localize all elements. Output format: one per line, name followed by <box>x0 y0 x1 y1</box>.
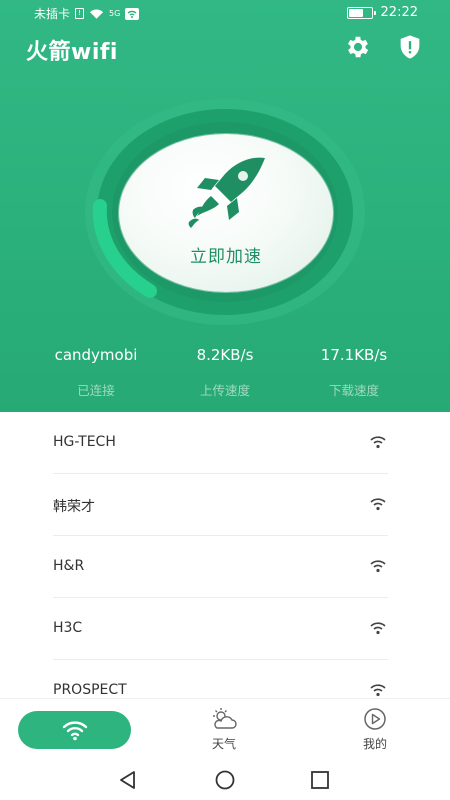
nav-label-weather: 天气 <box>211 737 236 751</box>
nav-label-mine: 我的 <box>362 737 387 751</box>
rocket-icon <box>188 157 265 228</box>
nav-tab-wifi[interactable] <box>18 711 131 749</box>
system-nav-bar <box>0 760 450 800</box>
boost-label: 立即加速 <box>190 247 262 267</box>
wifi-name: 韩荣才 <box>53 499 95 515</box>
wifi-name: PROSPECT <box>53 682 127 698</box>
wifi-list-item[interactable]: H&R <box>53 536 388 598</box>
nav-tab-mine[interactable]: 我的 <box>345 707 405 755</box>
wifi-signal-icon <box>370 560 386 573</box>
play-circle-icon <box>364 708 386 730</box>
wifi-signal-icon <box>370 622 386 635</box>
wifi-list-item[interactable]: H3C <box>53 598 388 660</box>
connected-ssid: candymobi <box>54 346 138 364</box>
home-circle-icon[interactable] <box>214 770 236 790</box>
back-triangle-icon[interactable] <box>118 770 138 790</box>
wifi-icon <box>62 721 88 741</box>
wifi-name: H3C <box>53 620 83 636</box>
download-speed: 17.1KB/s <box>320 346 388 364</box>
wifi-name: H&R <box>53 558 85 574</box>
weather-cloud-sun-icon <box>213 708 237 729</box>
nav-tab-weather[interactable]: 天气 <box>194 707 254 755</box>
recent-apps-square-icon[interactable] <box>310 770 330 790</box>
bottom-nav: 天气 我的 <box>0 698 450 760</box>
wifi-name: HG-TECH <box>53 434 116 450</box>
hero-panel: 未插卡 ! 5G 22:22 火箭wifi 立即加速 candymobi 8.2… <box>0 0 450 412</box>
boost-button[interactable]: 立即加速 <box>119 134 333 292</box>
wifi-signal-icon <box>370 436 386 449</box>
wifi-signal-icon <box>370 498 386 511</box>
wifi-signal-icon <box>370 684 386 697</box>
wifi-list-item[interactable]: 韩荣才 <box>53 474 388 536</box>
upload-speed: 8.2KB/s <box>196 346 254 364</box>
download-label: 下载速度 <box>328 383 379 398</box>
connected-label: 已连接 <box>77 383 115 398</box>
wifi-list-item[interactable]: HG-TECH <box>53 412 388 474</box>
upload-label: 上传速度 <box>199 383 250 398</box>
